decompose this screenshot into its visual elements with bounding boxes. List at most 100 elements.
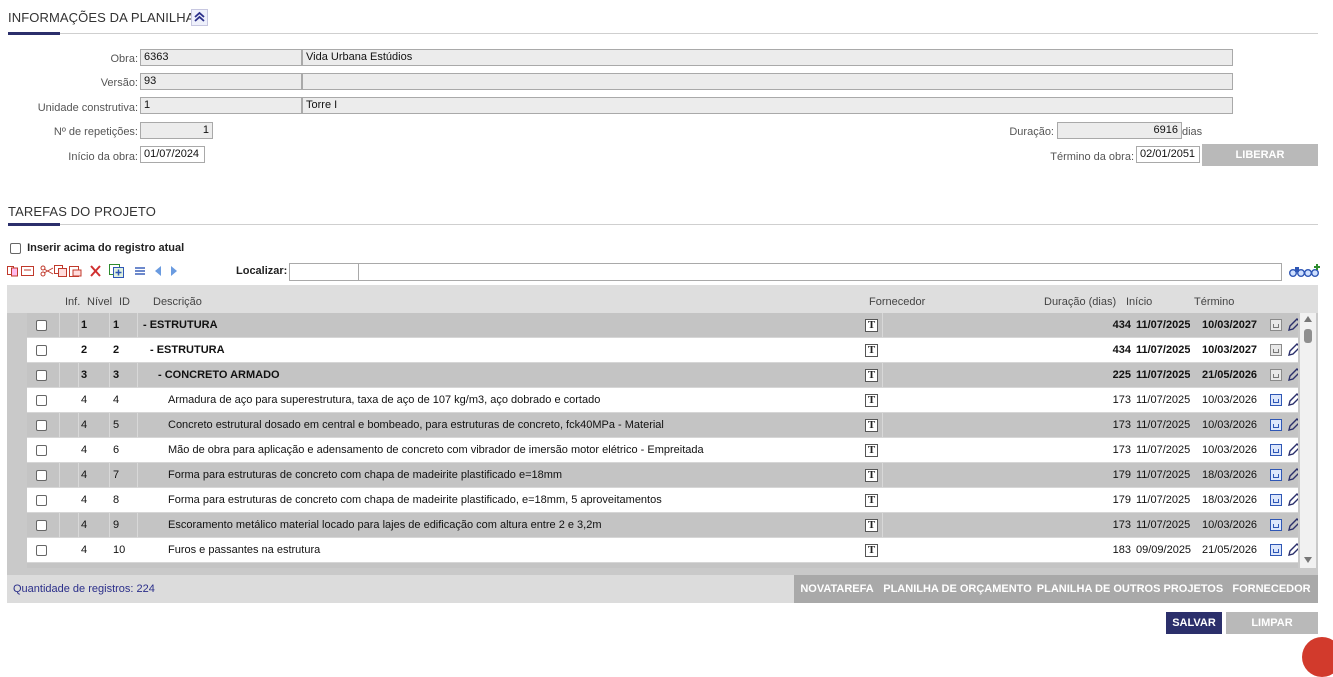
pencil-icon[interactable]: [1287, 518, 1298, 532]
liberar-planilha-button[interactable]: LIBERAR PLANILHA: [1202, 144, 1318, 183]
table-row[interactable]: 4 6 Mão de obra para aplicação e adensam…: [27, 438, 1298, 463]
find-next-icon[interactable]: [1304, 264, 1320, 278]
col-duracao[interactable]: Duração (dias): [1044, 296, 1116, 308]
pencil-icon[interactable]: [1287, 493, 1298, 507]
table-row[interactable]: 4 5 Concreto estrutural dosado em centra…: [27, 413, 1298, 438]
col-id[interactable]: ID: [119, 296, 130, 308]
attachment-icon[interactable]: [1270, 369, 1282, 381]
copy-record-icon[interactable]: [7, 265, 21, 277]
fornecedor-t-icon[interactable]: T: [865, 344, 878, 357]
row-checkbox[interactable]: [36, 545, 47, 556]
attachment-icon[interactable]: [1270, 319, 1282, 331]
termino-obra-field[interactable]: 02/01/2051: [1136, 146, 1200, 163]
attachment-icon[interactable]: [1270, 444, 1282, 456]
attachment-icon[interactable]: [1270, 419, 1282, 431]
unidade-name-field[interactable]: Torre I: [302, 97, 1233, 114]
col-descricao[interactable]: Descrição: [153, 296, 202, 308]
help-fab-button[interactable]: [1302, 637, 1333, 677]
fornecedor-t-icon[interactable]: T: [865, 469, 878, 482]
row-checkbox[interactable]: [36, 345, 47, 356]
insert-above-checkbox[interactable]: [10, 242, 21, 254]
fornecedor-t-icon[interactable]: T: [865, 494, 878, 507]
attachment-icon[interactable]: [1270, 394, 1282, 406]
repeticoes-field[interactable]: 1: [140, 122, 213, 139]
row-checkbox[interactable]: [36, 470, 47, 481]
table-row[interactable]: 4 10 Furos e passantes na estrutura T 18…: [27, 538, 1298, 563]
row-checkbox[interactable]: [36, 445, 47, 456]
pencil-icon[interactable]: [1287, 318, 1298, 332]
table-row[interactable]: [27, 563, 1298, 568]
scroll-up-icon[interactable]: [1304, 316, 1312, 322]
clear-dates-button[interactable]: LIMPAR DATAS: [1226, 612, 1318, 651]
fornecedor-t-icon[interactable]: T: [865, 394, 878, 407]
pencil-icon[interactable]: [1287, 368, 1298, 382]
arrow-right-icon[interactable]: [169, 265, 179, 277]
row-checkbox[interactable]: [36, 520, 47, 531]
pencil-icon[interactable]: [1287, 393, 1298, 407]
row-checkbox[interactable]: [36, 420, 47, 431]
insert-above-option[interactable]: Inserir acima do registro atual: [10, 242, 184, 254]
col-termino[interactable]: Término: [1194, 296, 1234, 308]
row-checkbox[interactable]: [36, 395, 47, 406]
col-nivel[interactable]: Nível: [87, 296, 112, 308]
attachment-icon[interactable]: [1270, 344, 1282, 356]
search-input[interactable]: [358, 263, 1282, 281]
col-inf[interactable]: Inf.: [65, 296, 80, 308]
search-field-small[interactable]: [289, 263, 359, 281]
obra-name-field[interactable]: Vida Urbana Estúdios: [302, 49, 1233, 66]
scroll-down-icon[interactable]: [1304, 557, 1312, 563]
pencil-icon[interactable]: [1287, 418, 1298, 432]
table-row[interactable]: 4 9 Escoramento metálico material locado…: [27, 513, 1298, 538]
fornecedor-t-icon[interactable]: T: [865, 444, 878, 457]
attachment-icon[interactable]: [1270, 469, 1282, 481]
planilha-outros-projetos-button[interactable]: PLANILHA DE OUTROS PROJETOS: [1035, 575, 1225, 603]
pencil-icon[interactable]: [1287, 443, 1298, 457]
table-row[interactable]: 4 8 Forma para estruturas de concreto co…: [27, 488, 1298, 513]
col-inicio[interactable]: Início: [1126, 296, 1152, 308]
obra-code-field[interactable]: 6363: [140, 49, 302, 66]
row-checkbox[interactable]: [36, 320, 47, 331]
delete-icon[interactable]: [89, 265, 103, 277]
fornecedor-t-icon[interactable]: T: [865, 544, 878, 557]
fornecedor-t-icon[interactable]: T: [865, 419, 878, 432]
planilha-orcamento-button[interactable]: PLANILHA DE ORÇAMENTO: [880, 575, 1035, 603]
table-row[interactable]: 4 7 Forma para estruturas de concreto co…: [27, 463, 1298, 488]
arrow-left-icon[interactable]: [153, 265, 163, 277]
col-fornecedor[interactable]: Fornecedor: [869, 296, 925, 308]
cut-icon[interactable]: [40, 265, 54, 277]
find-icon[interactable]: [1289, 265, 1305, 278]
row-checkbox[interactable]: [36, 495, 47, 506]
attachment-icon[interactable]: [1270, 544, 1282, 556]
pencil-icon[interactable]: [1287, 543, 1298, 557]
new-record-icon[interactable]: [109, 264, 124, 278]
row-nivel: 1: [81, 319, 88, 331]
fornecedor-t-icon[interactable]: T: [865, 319, 878, 332]
row-termino: 21/05/2026: [1202, 369, 1258, 381]
attachment-icon[interactable]: [1270, 519, 1282, 531]
fornecedor-t-icon[interactable]: T: [865, 369, 878, 382]
row-checkbox[interactable]: [36, 370, 47, 381]
attachment-icon[interactable]: [1270, 494, 1282, 506]
pencil-icon[interactable]: [1287, 468, 1298, 482]
row-descricao: Furos e passantes na estrutura: [168, 544, 321, 556]
fornecedor-button[interactable]: FORNECEDOR: [1225, 575, 1318, 603]
copy-icon[interactable]: [54, 265, 68, 277]
pencil-icon[interactable]: [1287, 343, 1298, 357]
inicio-obra-field[interactable]: 01/07/2024: [140, 146, 205, 163]
table-row[interactable]: 2 2 - ESTRUTURA T 434 11/07/2025 10/03/2…: [27, 338, 1298, 363]
scroll-thumb[interactable]: [1304, 329, 1312, 343]
save-button[interactable]: SALVAR: [1166, 612, 1222, 634]
list-icon[interactable]: [133, 265, 147, 277]
versao-field[interactable]: 93: [140, 73, 302, 90]
fornecedor-t-icon[interactable]: T: [865, 519, 878, 532]
paste-icon[interactable]: [68, 265, 82, 277]
table-row[interactable]: 1 1 - ESTRUTURA T 434 11/07/2025 10/03/2…: [27, 313, 1298, 338]
paste-record-icon[interactable]: [21, 265, 35, 277]
versao-desc-field[interactable]: [302, 73, 1233, 90]
table-row[interactable]: 4 4 Armadura de aço para superestrutura,…: [27, 388, 1298, 413]
collapse-info-button[interactable]: [191, 9, 208, 26]
grid-scrollbar[interactable]: [1300, 313, 1316, 568]
table-row[interactable]: 3 3 - CONCRETO ARMADO T 225 11/07/2025 2…: [27, 363, 1298, 388]
unidade-code-field[interactable]: 1: [140, 97, 302, 114]
nova-tarefa-button[interactable]: NOVATAREFA: [794, 575, 880, 603]
